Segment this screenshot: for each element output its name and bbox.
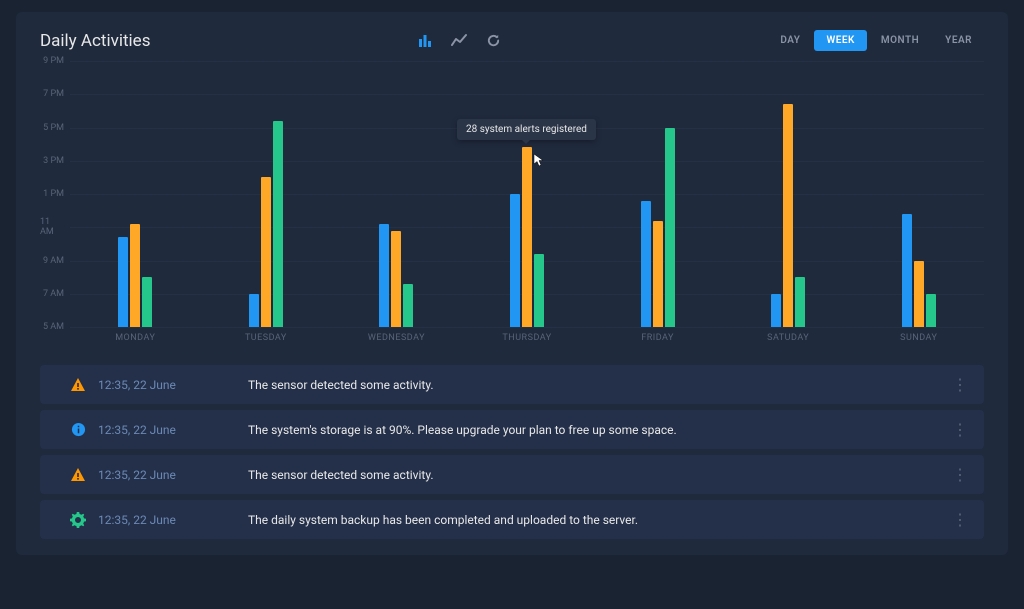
x-label: SATUDAY — [723, 327, 854, 351]
activity-message: The sensor detected some activity. — [248, 468, 952, 482]
more-icon[interactable]: ⋮ — [952, 420, 966, 439]
x-label: MONDAY — [70, 327, 201, 351]
x-label: TUESDAY — [201, 327, 332, 351]
info-icon — [58, 422, 98, 437]
bar-blue[interactable] — [641, 201, 651, 327]
bar-blue[interactable] — [902, 214, 912, 327]
activity-row[interactable]: 12:35, 22 JuneThe sensor detected some a… — [40, 365, 984, 404]
line-chart-icon[interactable] — [451, 33, 467, 49]
mouse-cursor-icon — [533, 152, 545, 164]
bar-orange[interactable] — [653, 221, 663, 327]
y-tick: 3 PM — [43, 156, 64, 166]
chart-column-sunday — [853, 61, 984, 327]
bar-orange[interactable] — [914, 261, 924, 328]
y-tick: 5 PM — [43, 123, 64, 133]
refresh-icon[interactable] — [485, 33, 501, 49]
bar-orange[interactable] — [261, 177, 271, 327]
activity-message: The system's storage is at 90%. Please u… — [248, 423, 952, 437]
chart-column-tuesday — [201, 61, 332, 327]
bar-green[interactable] — [142, 277, 152, 327]
more-icon[interactable]: ⋮ — [952, 465, 966, 484]
y-tick: 9 PM — [43, 56, 64, 66]
bar-blue[interactable] — [118, 237, 128, 327]
bar-blue[interactable] — [379, 224, 389, 327]
y-tick: 11 AM — [40, 217, 64, 237]
bar-orange[interactable] — [522, 147, 532, 327]
time-filter-week[interactable]: WEEK — [814, 30, 866, 51]
y-tick: 7 PM — [43, 89, 64, 99]
chart-tooltip: 28 system alerts registered — [457, 119, 596, 140]
x-label: THURSDAY — [462, 327, 593, 351]
time-range-controls: DAYWEEKMONTHYEAR — [768, 30, 984, 51]
x-label: SUNDAY — [853, 327, 984, 351]
bar-blue[interactable] — [771, 294, 781, 327]
bar-chart-icon[interactable] — [417, 33, 433, 49]
dashboard-panel: Daily Activities DAYWEEKMONTHYEAR 5 AM7 … — [16, 12, 1008, 555]
bar-green[interactable] — [273, 121, 283, 327]
bar-orange[interactable] — [783, 104, 793, 327]
plot-area — [70, 61, 984, 327]
more-icon[interactable]: ⋮ — [952, 510, 966, 529]
panel-title: Daily Activities — [40, 31, 150, 51]
bar-green[interactable] — [534, 254, 544, 327]
activity-list: 12:35, 22 JuneThe sensor detected some a… — [40, 365, 984, 539]
x-label: FRIDAY — [592, 327, 723, 351]
activity-row[interactable]: 12:35, 22 JuneThe system's storage is at… — [40, 410, 984, 449]
activity-time: 12:35, 22 June — [98, 378, 248, 392]
panel-header: Daily Activities DAYWEEKMONTHYEAR — [40, 30, 984, 51]
y-tick: 5 AM — [43, 322, 64, 332]
chart-column-wednesday — [331, 61, 462, 327]
bar-orange[interactable] — [391, 231, 401, 327]
warning-icon — [58, 467, 98, 483]
time-filter-year[interactable]: YEAR — [933, 30, 984, 51]
gear-icon — [58, 512, 98, 528]
chart-area: 5 AM7 AM9 AM11 AM1 PM3 PM5 PM7 PM9 PM MO… — [70, 61, 984, 351]
y-tick: 7 AM — [43, 289, 64, 299]
chart-type-controls — [417, 33, 501, 49]
bar-blue[interactable] — [249, 294, 259, 327]
y-tick: 9 AM — [43, 256, 64, 266]
activity-message: The sensor detected some activity. — [248, 378, 952, 392]
y-axis: 5 AM7 AM9 AM11 AM1 PM3 PM5 PM7 PM9 PM — [40, 61, 70, 327]
time-filter-month[interactable]: MONTH — [869, 30, 931, 51]
warning-icon — [58, 377, 98, 393]
chart-column-friday — [592, 61, 723, 327]
activity-time: 12:35, 22 June — [98, 423, 248, 437]
y-tick: 1 PM — [43, 189, 64, 199]
bar-green[interactable] — [926, 294, 936, 327]
time-filter-day[interactable]: DAY — [768, 30, 812, 51]
activity-row[interactable]: 12:35, 22 JuneThe daily system backup ha… — [40, 500, 984, 539]
x-label: WEDNESDAY — [331, 327, 462, 351]
bar-orange[interactable] — [130, 224, 140, 327]
bar-green[interactable] — [403, 284, 413, 327]
activity-time: 12:35, 22 June — [98, 468, 248, 482]
activity-row[interactable]: 12:35, 22 JuneThe sensor detected some a… — [40, 455, 984, 494]
activity-time: 12:35, 22 June — [98, 513, 248, 527]
bar-green[interactable] — [795, 277, 805, 327]
chart-column-thursday — [462, 61, 593, 327]
more-icon[interactable]: ⋮ — [952, 375, 966, 394]
x-axis: MONDAYTUESDAYWEDNESDAYTHURSDAYFRIDAYSATU… — [70, 327, 984, 351]
chart-column-satuday — [723, 61, 854, 327]
activity-message: The daily system backup has been complet… — [248, 513, 952, 527]
chart-column-monday — [70, 61, 201, 327]
bar-blue[interactable] — [510, 194, 520, 327]
bar-green[interactable] — [665, 128, 675, 328]
